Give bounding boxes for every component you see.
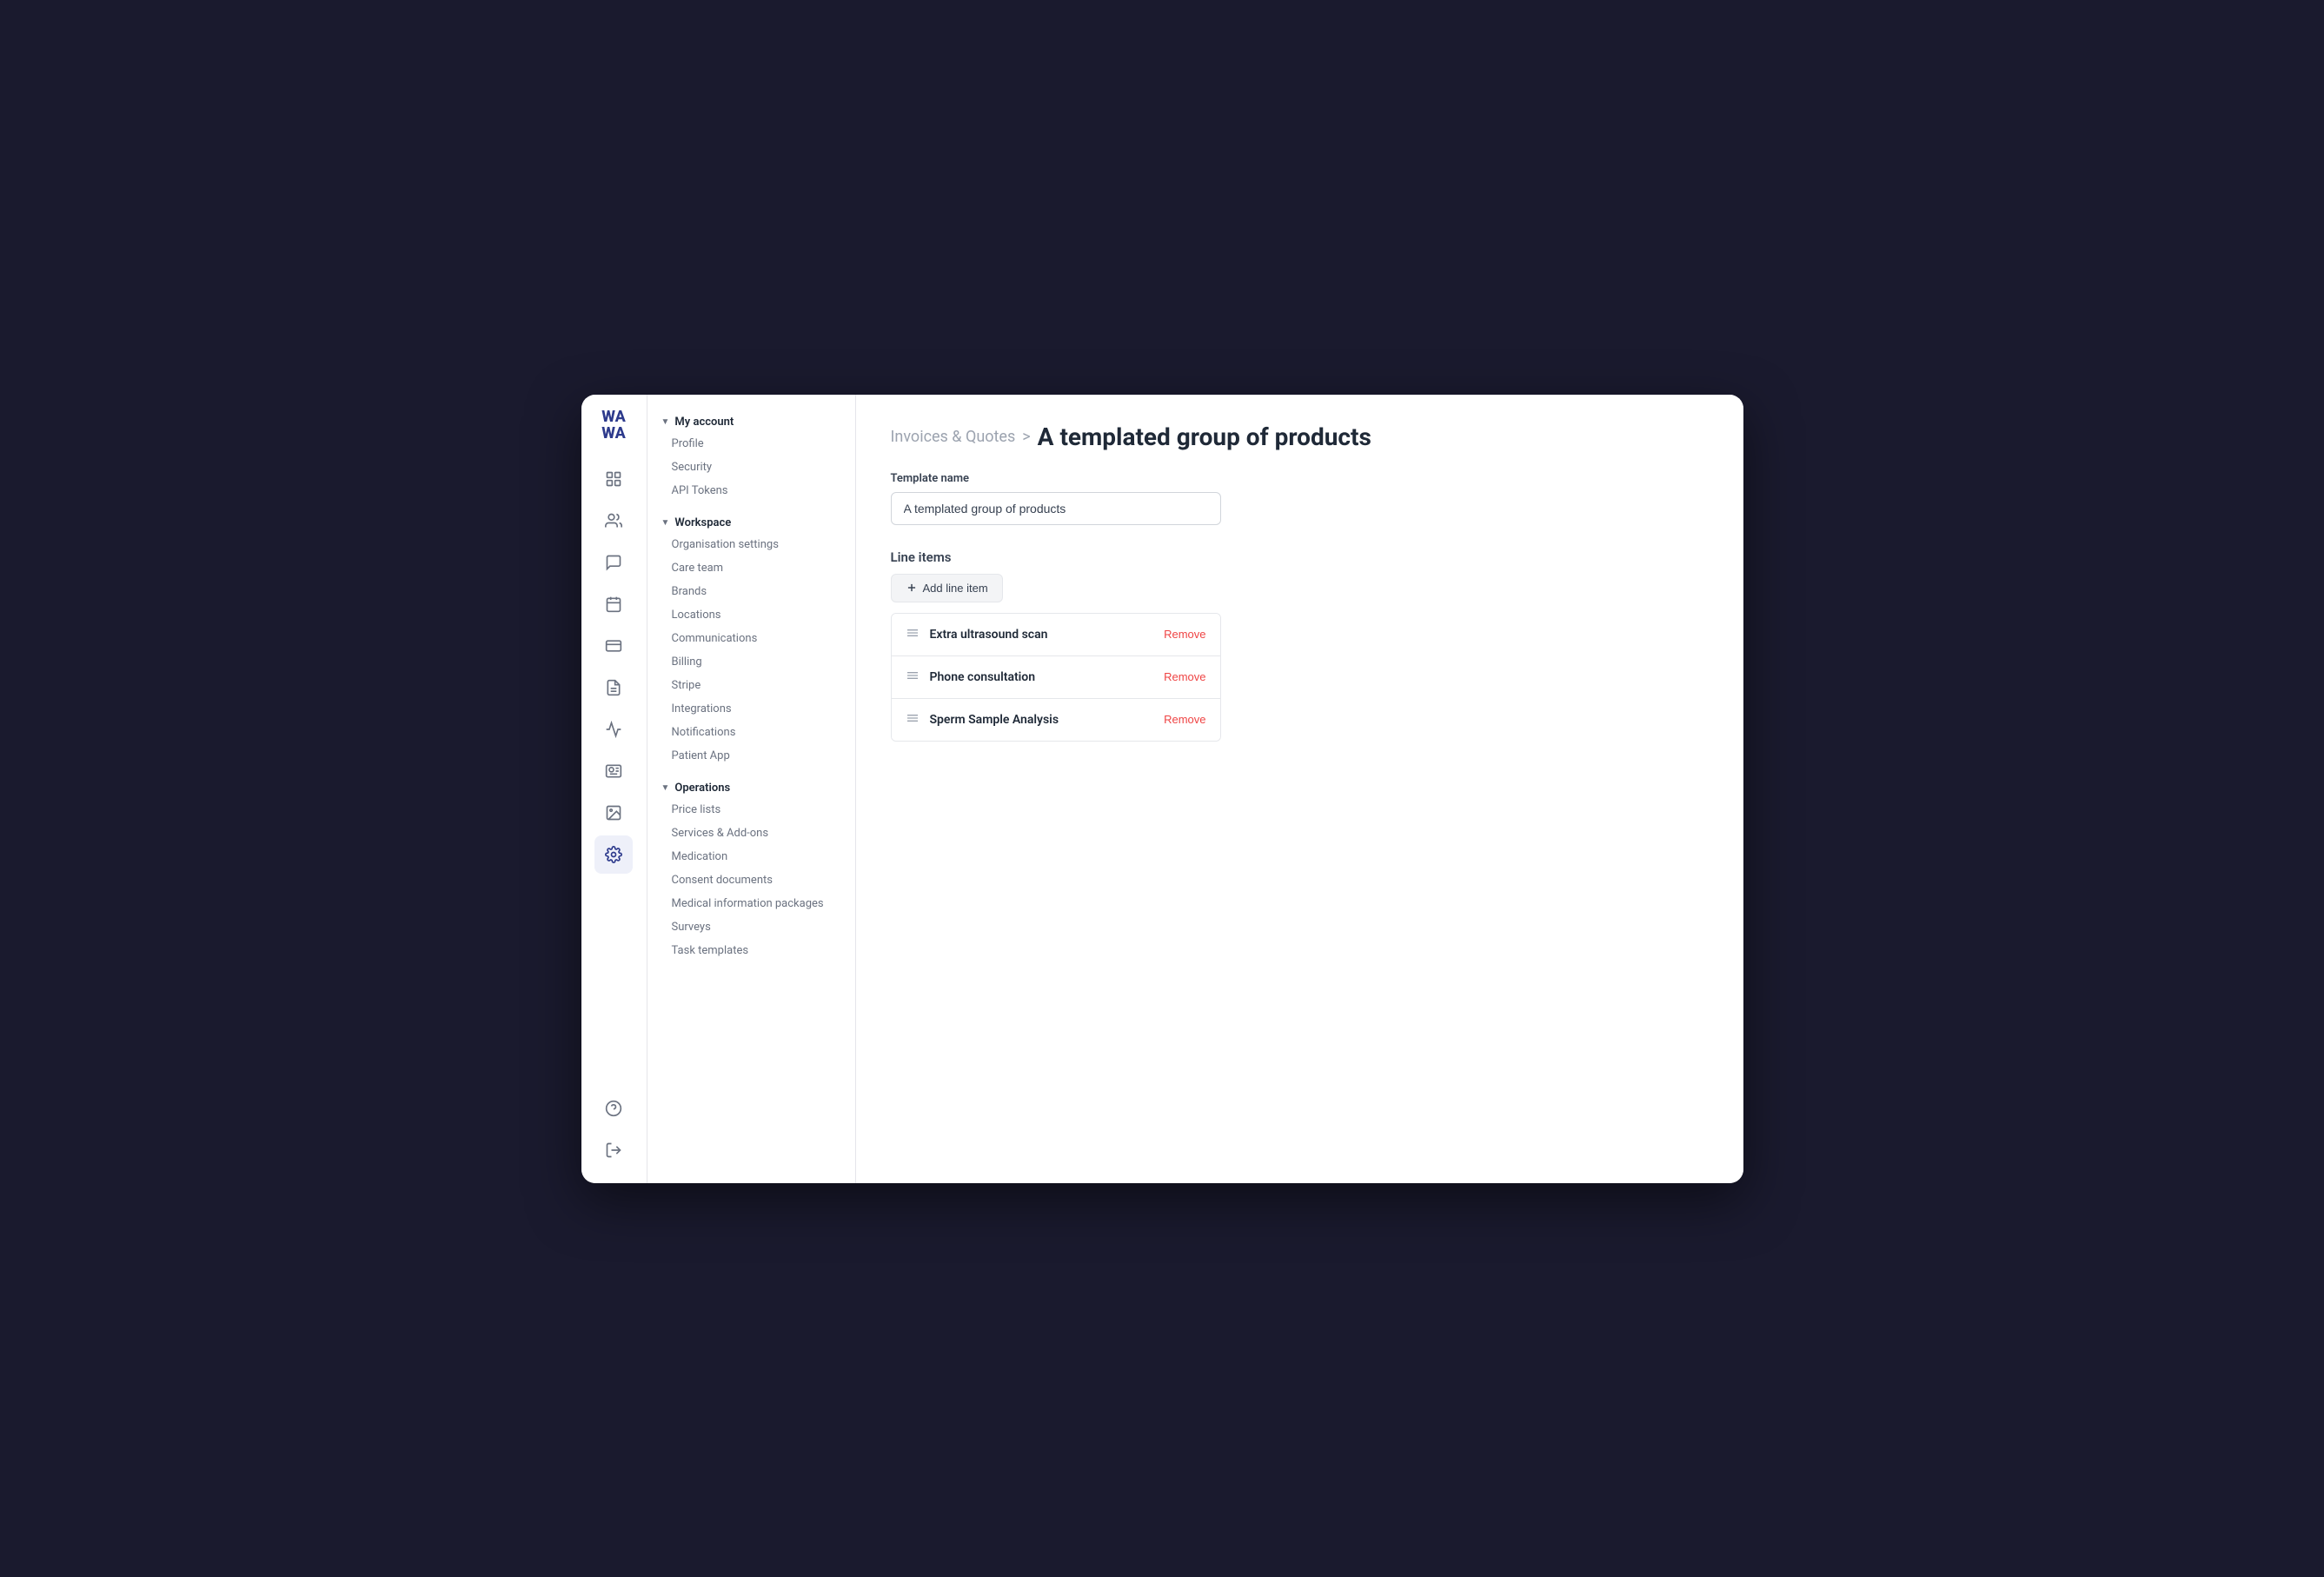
nav-billing-button[interactable] xyxy=(594,627,633,665)
line-items-section: Line items Add line item Extra ultrasoun… xyxy=(891,549,1709,742)
line-item-row: Extra ultrasound scan Remove xyxy=(892,614,1220,656)
sidebar-item-consent-documents[interactable]: Consent documents xyxy=(647,868,855,892)
plus-icon xyxy=(906,582,918,594)
breadcrumb-parent[interactable]: Invoices & Quotes xyxy=(891,428,1016,446)
sidebar-item-services-addons[interactable]: Services & Add-ons xyxy=(647,822,855,845)
sidebar-item-security[interactable]: Security xyxy=(647,456,855,479)
logo: WAWA xyxy=(601,409,626,443)
nav-reports-button[interactable] xyxy=(594,669,633,707)
nav-profile-card-button[interactable] xyxy=(594,752,633,790)
line-items-label: Line items xyxy=(891,549,1709,565)
remove-line-item-button[interactable]: Remove xyxy=(1164,670,1205,683)
template-name-input[interactable] xyxy=(891,492,1221,525)
line-item-row: Phone consultation Remove xyxy=(892,656,1220,699)
line-item-name: Extra ultrasound scan xyxy=(930,628,1165,642)
sidebar-item-communications[interactable]: Communications xyxy=(647,627,855,650)
sidebar-item-medication[interactable]: Medication xyxy=(647,845,855,868)
drag-handle-icon[interactable] xyxy=(906,711,920,729)
nav-dashboard-button[interactable] xyxy=(594,460,633,498)
sidebar-item-stripe[interactable]: Stripe xyxy=(647,674,855,697)
sidebar-item-price-lists[interactable]: Price lists xyxy=(647,798,855,822)
chevron-workspace-icon: ▼ xyxy=(661,518,670,528)
add-line-item-label: Add line item xyxy=(923,582,988,595)
sidebar-item-patient-app[interactable]: Patient App xyxy=(647,744,855,768)
sidebar-item-organisation-settings[interactable]: Organisation settings xyxy=(647,533,855,556)
template-name-label: Template name xyxy=(891,472,1709,485)
sidebar-item-care-team[interactable]: Care team xyxy=(647,556,855,580)
nav-help-button[interactable] xyxy=(594,1089,633,1128)
sidebar-item-task-templates[interactable]: Task templates xyxy=(647,939,855,962)
nav-logout-button[interactable] xyxy=(594,1131,633,1169)
add-line-item-button[interactable]: Add line item xyxy=(891,574,1003,602)
breadcrumb: Invoices & Quotes > A templated group of… xyxy=(891,423,1709,451)
app-window: WAWA xyxy=(581,395,1743,1183)
chevron-my-account-icon: ▼ xyxy=(661,417,670,427)
breadcrumb-current: A templated group of products xyxy=(1038,423,1371,451)
sidebar-item-brands[interactable]: Brands xyxy=(647,580,855,603)
line-item-name: Phone consultation xyxy=(930,670,1165,684)
sidebar-section-workspace[interactable]: ▼ Workspace xyxy=(647,509,855,533)
nav-patients-button[interactable] xyxy=(594,502,633,540)
sidebar-item-api-tokens[interactable]: API Tokens xyxy=(647,479,855,502)
remove-line-item-button[interactable]: Remove xyxy=(1164,713,1205,726)
nav-analytics-button[interactable] xyxy=(594,710,633,749)
nav-chat-button[interactable] xyxy=(594,543,633,582)
nav-settings-button[interactable] xyxy=(594,835,633,874)
drag-handle-icon[interactable] xyxy=(906,669,920,686)
main-content: Invoices & Quotes > A templated group of… xyxy=(856,395,1743,1183)
sidebar-item-surveys[interactable]: Surveys xyxy=(647,915,855,939)
sidebar-item-integrations[interactable]: Integrations xyxy=(647,697,855,721)
chevron-operations-icon: ▼ xyxy=(661,783,670,793)
sidebar-section-my-account[interactable]: ▼ My account xyxy=(647,409,855,432)
workspace-section-label: Workspace xyxy=(674,516,731,529)
line-items-table: Extra ultrasound scan Remove Phone consu… xyxy=(891,613,1221,742)
line-item-name: Sperm Sample Analysis xyxy=(930,713,1165,727)
line-item-row: Sperm Sample Analysis Remove xyxy=(892,699,1220,741)
nav-calendar-button[interactable] xyxy=(594,585,633,623)
sidebar-item-billing[interactable]: Billing xyxy=(647,650,855,674)
breadcrumb-separator: > xyxy=(1022,428,1030,446)
sidebar-section-operations[interactable]: ▼ Operations xyxy=(647,775,855,798)
remove-line-item-button[interactable]: Remove xyxy=(1164,628,1205,641)
logo-text: WAWA xyxy=(601,409,626,443)
sidebar: ▼ My account Profile Security API Tokens… xyxy=(647,395,856,1183)
my-account-section-label: My account xyxy=(674,416,734,429)
sidebar-item-profile[interactable]: Profile xyxy=(647,432,855,456)
sidebar-item-medical-info-packages[interactable]: Medical information packages xyxy=(647,892,855,915)
sidebar-item-locations[interactable]: Locations xyxy=(647,603,855,627)
drag-handle-icon[interactable] xyxy=(906,626,920,643)
operations-section-label: Operations xyxy=(674,782,730,795)
sidebar-item-notifications[interactable]: Notifications xyxy=(647,721,855,744)
nav-image-report-button[interactable] xyxy=(594,794,633,832)
icon-bar: WAWA xyxy=(581,395,647,1183)
